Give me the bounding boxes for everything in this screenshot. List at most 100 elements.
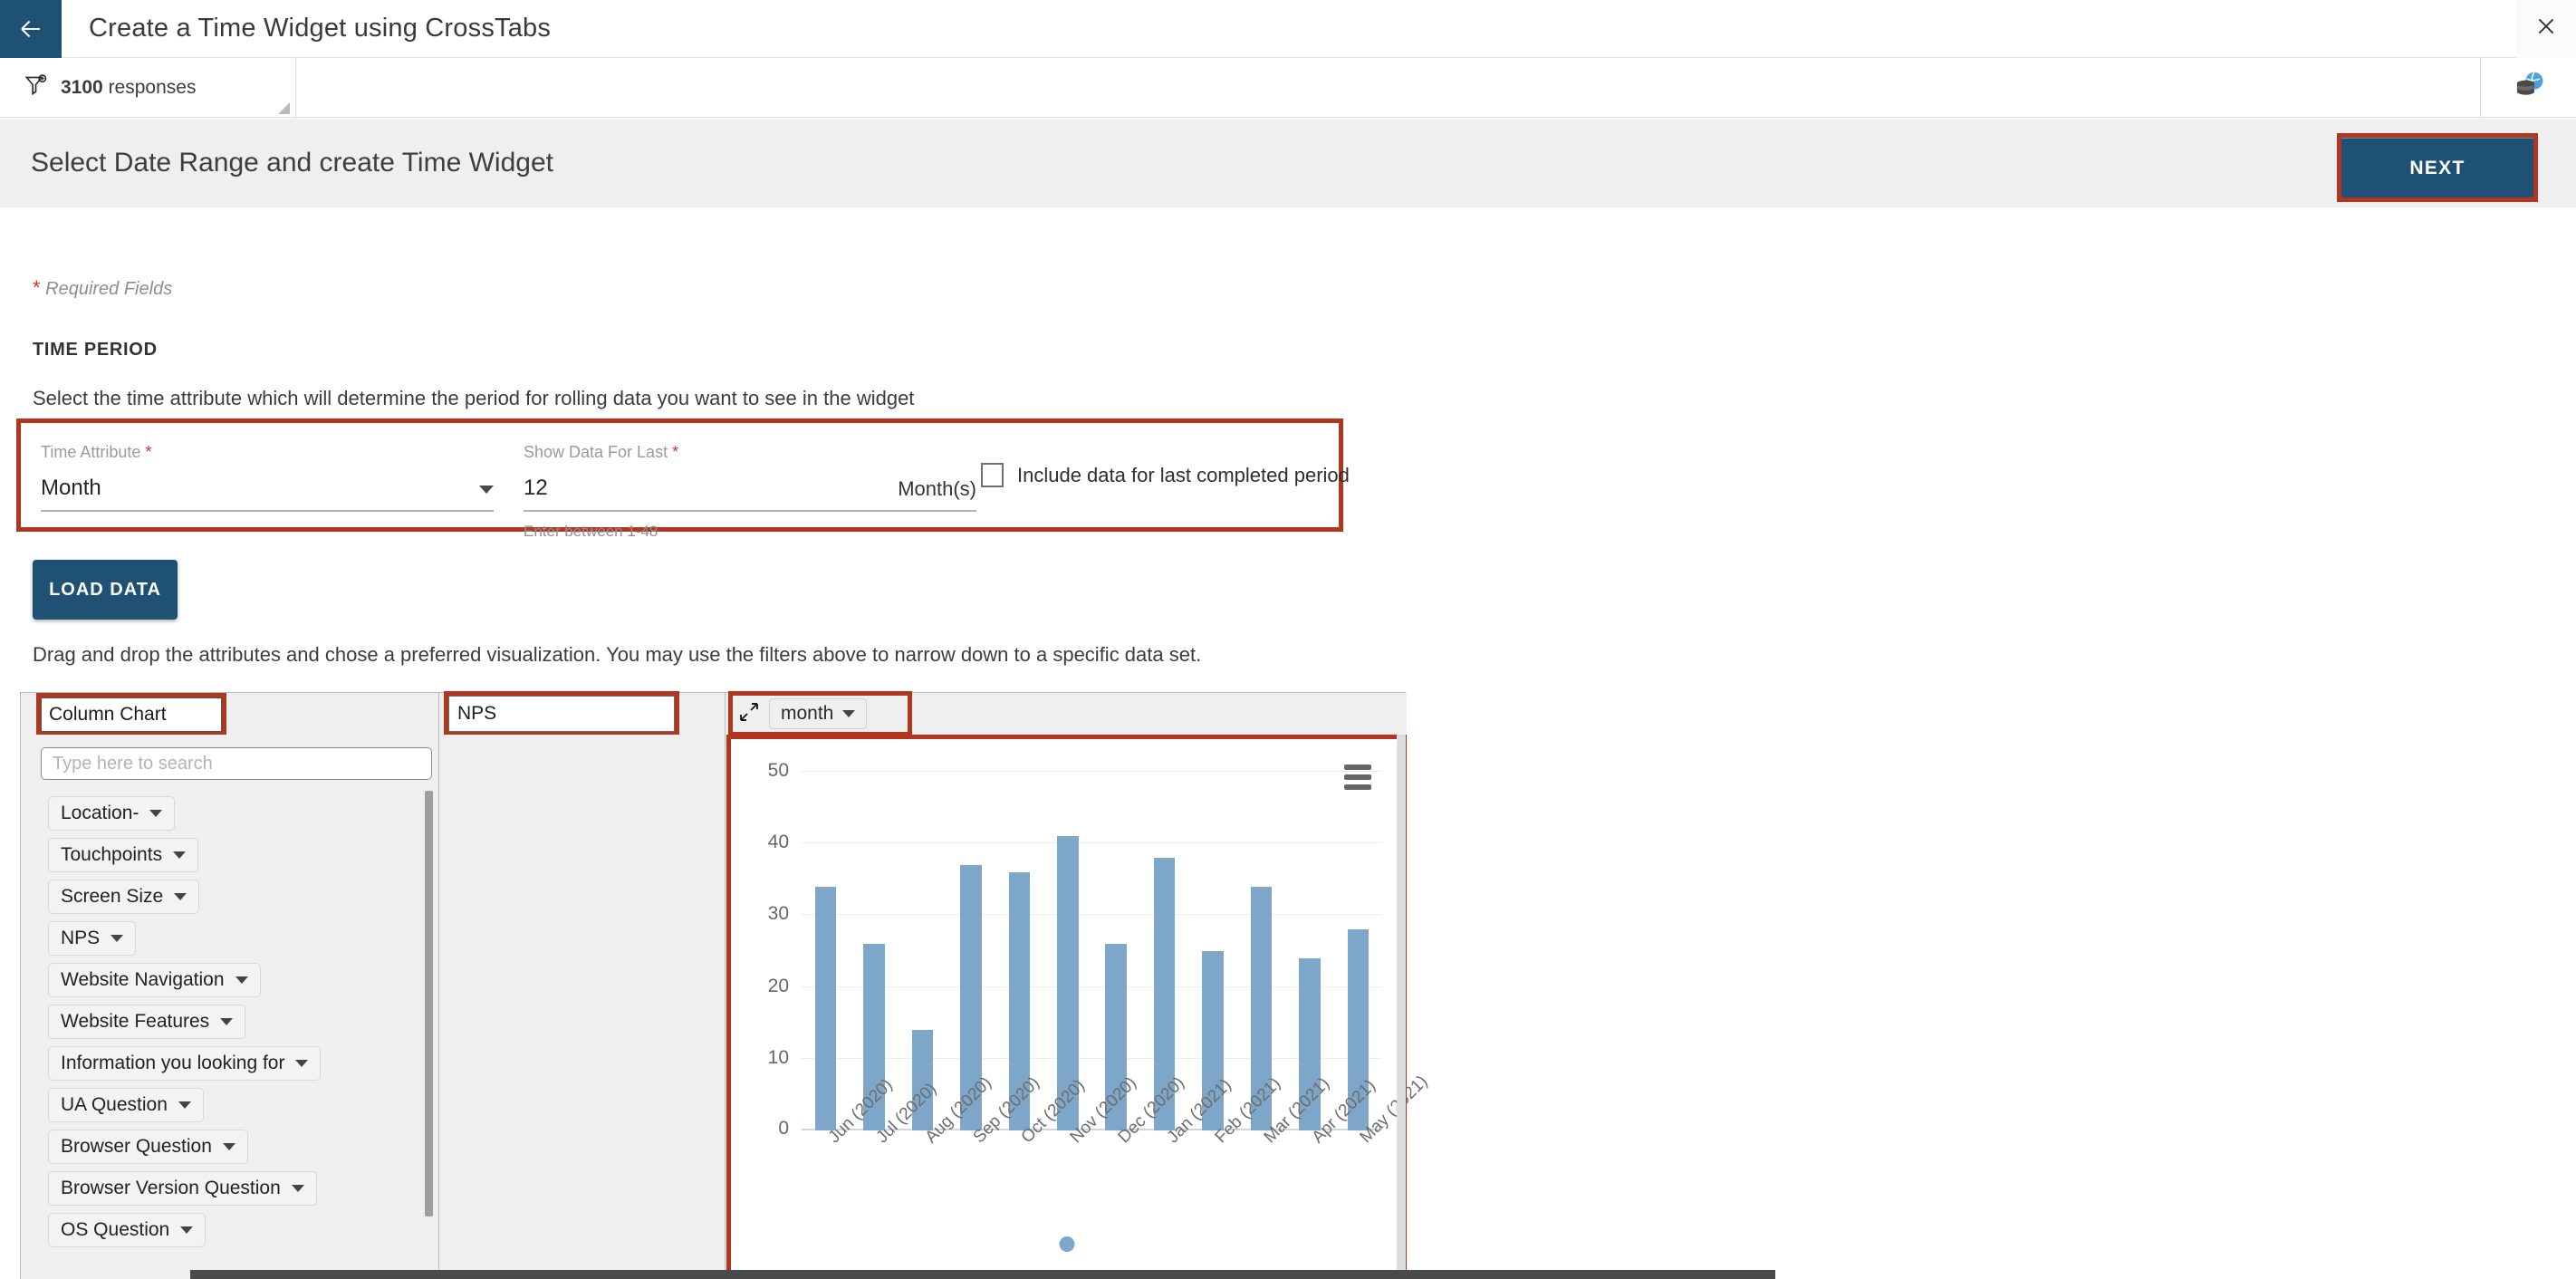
chart-x-tick: Dec (2020)	[1092, 1073, 1188, 1192]
expand-diagonal-icon[interactable]	[738, 701, 760, 727]
include-last-period-checkbox-row[interactable]: Include data for last completed period	[981, 463, 1350, 487]
caret-down-icon[interactable]	[149, 810, 163, 817]
close-button[interactable]	[2516, 0, 2576, 58]
caret-down-icon[interactable]	[222, 1143, 235, 1150]
chart-bar-column[interactable]	[947, 772, 995, 1130]
attribute-label: Location-	[61, 803, 139, 823]
caret-down-icon[interactable]	[295, 1060, 309, 1067]
search-input[interactable]: Type here to search	[41, 747, 432, 780]
required-fields-note: * Required Fields	[33, 276, 172, 300]
chart-x-tick: Jan (2021)	[1140, 1075, 1235, 1192]
caret-down-icon[interactable]	[220, 1018, 234, 1025]
attribute-label: Browser Question	[61, 1136, 212, 1157]
chart-bar-column[interactable]	[1188, 772, 1236, 1130]
attribute-list: Location- Touchpoints Screen Size NPS We…	[21, 789, 438, 1247]
chart-bar-column[interactable]	[1043, 772, 1091, 1130]
columns-field-chip[interactable]: month	[769, 698, 868, 729]
next-button-highlight: NEXT	[2337, 133, 2538, 202]
chart-x-tick: Apr (2021)	[1285, 1076, 1379, 1192]
chart-bar-column[interactable]	[1334, 772, 1382, 1130]
attributes-scrollbar[interactable]	[425, 791, 433, 1216]
time-period-form-highlight: Time Attribute * Month Show Data For Las…	[16, 418, 1350, 540]
columns-field-group[interactable]: month	[728, 691, 912, 736]
attribute-chip-ua-question[interactable]: UA Question	[48, 1088, 204, 1122]
chart-y-tick-label: 20	[767, 975, 789, 996]
chart-bar-column[interactable]	[995, 772, 1043, 1130]
rows-header-cell: NPS	[439, 691, 726, 736]
show-data-hint: Enter between 1-48	[524, 523, 658, 540]
attribute-label: Screen Size	[61, 886, 164, 907]
include-last-period-label: Include data for last completed period	[1017, 463, 1350, 486]
chart-bars	[802, 772, 1382, 1130]
caret-down-icon[interactable]	[178, 1101, 191, 1109]
response-filter[interactable]: 3100 responses	[0, 58, 296, 117]
required-star-icon: *	[33, 276, 41, 299]
include-last-period-checkbox[interactable]	[981, 463, 1004, 487]
caret-down-icon[interactable]	[291, 1185, 304, 1192]
chart-bar-column[interactable]	[1092, 772, 1140, 1130]
columns-header-cell: month	[726, 691, 1407, 736]
chart-bar-column[interactable]	[1285, 772, 1333, 1130]
chart-bar-column[interactable]	[802, 772, 850, 1130]
attribute-chip-nps[interactable]: NPS	[48, 921, 137, 956]
attribute-chip-location[interactable]: Location-	[48, 796, 176, 831]
top-bar: Create a Time Widget using CrossTabs	[0, 0, 2576, 58]
attribute-label: Website Features	[61, 1011, 210, 1032]
attribute-label: Website Navigation	[61, 969, 225, 990]
chart-y-tick-label: 40	[767, 832, 789, 853]
attribute-chip-information-you-looking-for[interactable]: Information you looking for	[48, 1046, 322, 1081]
page-horizontal-scrollbar[interactable]	[190, 1270, 1775, 1279]
caret-down-icon[interactable]	[842, 710, 856, 717]
caret-down-icon[interactable]	[479, 486, 494, 494]
filter-bar-empty-area	[296, 58, 2480, 117]
rows-field-input[interactable]: NPS	[444, 691, 679, 736]
attribute-chip-os-question[interactable]: OS Question	[48, 1213, 207, 1247]
builder-header-row: Column Chart NPS month	[21, 691, 1407, 736]
time-attribute-field[interactable]: Time Attribute * Month	[41, 443, 494, 512]
chart-y-tick-label: 50	[767, 760, 789, 781]
attribute-label: OS Question	[61, 1219, 170, 1240]
time-attribute-label-text: Time Attribute	[41, 443, 141, 461]
caret-down-icon[interactable]	[173, 851, 187, 859]
attribute-chip-website-navigation[interactable]: Website Navigation	[48, 963, 261, 997]
show-data-input-value[interactable]: 12	[524, 476, 548, 501]
caret-down-icon[interactable]	[180, 1226, 194, 1234]
arrow-left-icon	[15, 14, 46, 44]
show-data-for-last-field[interactable]: Show Data For Last * 12 Month(s) Enter b…	[524, 443, 976, 541]
attribute-chip-website-features[interactable]: Website Features	[48, 1005, 246, 1039]
caret-down-icon[interactable]	[111, 935, 124, 942]
filter-bar: 3100 responses	[0, 58, 2576, 118]
chart-bar[interactable]	[814, 886, 837, 1130]
attribute-chip-browser-version-question[interactable]: Browser Version Question	[48, 1171, 317, 1206]
time-attribute-value-row[interactable]: Month	[41, 476, 494, 501]
attribute-chip-browser-question[interactable]: Browser Question	[48, 1130, 248, 1164]
show-data-label: Show Data For Last *	[524, 443, 976, 462]
chart-x-tick: Feb (2021)	[1188, 1074, 1285, 1192]
chart-bar-column[interactable]	[1237, 772, 1285, 1130]
attribute-chip-touchpoints[interactable]: Touchpoints	[48, 838, 199, 872]
chart-y-tick-label: 10	[767, 1046, 789, 1068]
caret-down-icon[interactable]	[174, 893, 187, 900]
load-data-button[interactable]: LOAD DATA	[33, 560, 178, 620]
show-data-value-row[interactable]: 12 Month(s)	[524, 476, 976, 501]
chart-x-tick: Mar (2021)	[1237, 1074, 1333, 1192]
resize-corner-handle[interactable]	[278, 102, 290, 114]
next-button[interactable]: NEXT	[2341, 138, 2533, 197]
viz-type-input[interactable]: Column Chart	[36, 693, 226, 736]
data-source-button[interactable]	[2480, 58, 2576, 117]
caret-down-icon[interactable]	[235, 976, 248, 984]
drag-drop-description: Drag and drop the attributes and chose a…	[33, 643, 1202, 666]
chart-bar-column[interactable]	[850, 772, 898, 1130]
back-button[interactable]	[0, 0, 62, 58]
builder-vertical-scrollbar[interactable]	[1397, 735, 1406, 1279]
chart-bar-column[interactable]	[899, 772, 947, 1130]
rows-drop-pane[interactable]	[440, 735, 726, 1279]
chart-x-tick: May (2021)	[1334, 1072, 1432, 1192]
attribute-chip-screen-size[interactable]: Screen Size	[48, 880, 200, 914]
chart-bar-column[interactable]	[1140, 772, 1188, 1130]
close-icon	[2534, 14, 2558, 43]
chart-plot-area: 0 10 20 30 40 50	[768, 760, 1382, 1139]
time-attribute-value: Month	[41, 476, 101, 500]
column-chart: 0 10 20 30 40 50 Jun (2020) Jul (2020) Aug (202…	[731, 739, 1432, 1275]
chart-pager-dot[interactable]	[1059, 1236, 1074, 1252]
